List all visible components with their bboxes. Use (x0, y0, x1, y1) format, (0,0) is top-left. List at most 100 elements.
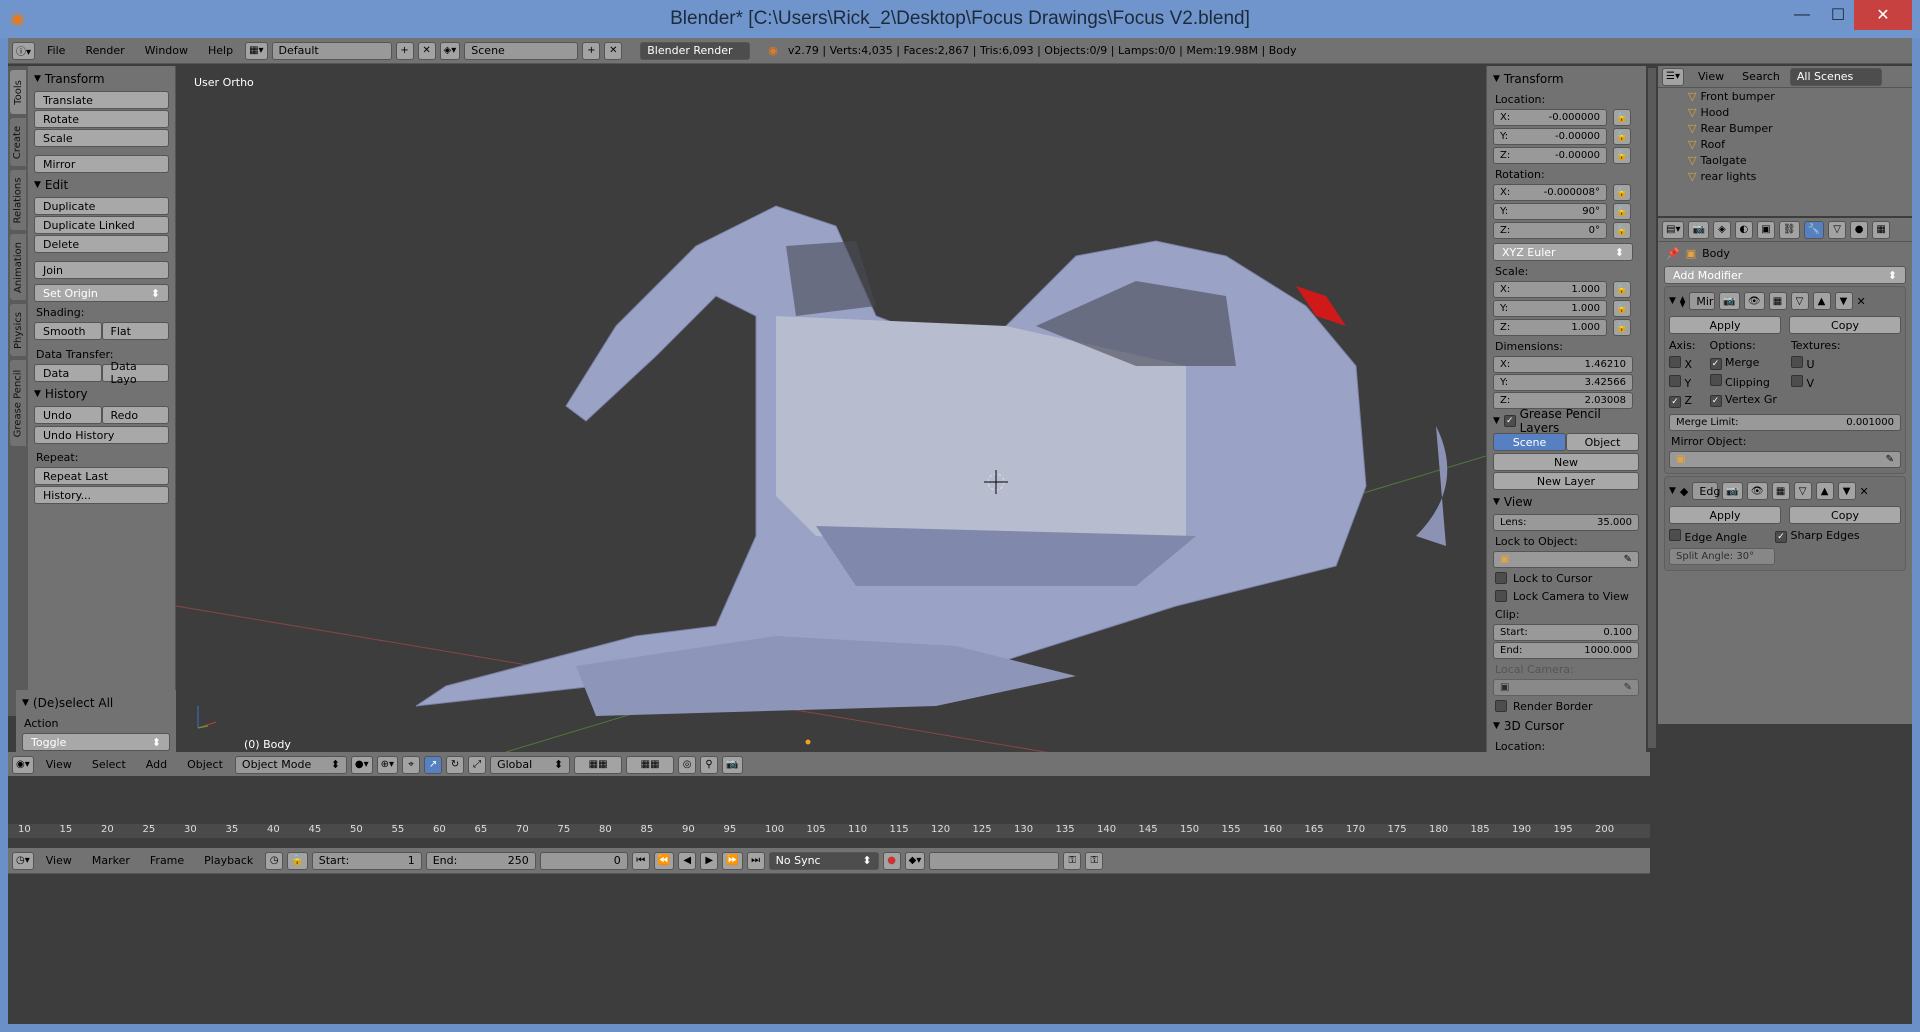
mirror-button[interactable]: Mirror (34, 155, 169, 173)
rotate-button[interactable]: Rotate (34, 110, 169, 128)
clip-start-field[interactable]: Start: 0.100 (1493, 624, 1639, 641)
repeat-last-button[interactable]: Repeat Last (34, 467, 169, 485)
prev-keyframe-icon[interactable]: ⏪ (653, 851, 675, 870)
collapse-icon[interactable]: ▼ (1669, 296, 1676, 306)
render-tab-icon[interactable]: 📷 (1688, 220, 1709, 239)
remove-modifier-icon[interactable]: ✕ (1860, 485, 1869, 498)
rotation-mode-select[interactable]: XYZ Euler ⬍ (1493, 243, 1633, 261)
redo-button[interactable]: Redo (101, 406, 169, 424)
edge-apply-button[interactable]: Apply (1669, 506, 1781, 524)
history-button[interactable]: History... (34, 486, 169, 504)
viewport-toggle-icon[interactable]: 👁 (1746, 482, 1768, 500)
eyedropper-icon[interactable]: ✎ (1886, 454, 1894, 465)
rotate-manipulator-icon[interactable]: ↻ (446, 755, 465, 774)
constraints-tab-icon[interactable]: ⛓ (1778, 220, 1800, 239)
lock-icon[interactable]: 🔓 (1613, 147, 1631, 164)
lock-camera-checkbox[interactable]: Lock Camera to View (1493, 587, 1640, 605)
scene-remove-icon[interactable]: ✕ (604, 41, 623, 60)
viewport-select-menu[interactable]: Select (84, 758, 134, 771)
sync-select[interactable]: No Sync ⬍ (768, 851, 879, 870)
insert-keyframe-icon[interactable]: ⚿ (1063, 851, 1082, 870)
history-panel-header[interactable]: ▼ History (34, 383, 169, 405)
data-button[interactable]: Data (34, 364, 102, 382)
menu-file[interactable]: File (39, 44, 73, 57)
timeline[interactable]: 10 15 20 25 30 35 40 45 50 55 60 65 70 75 80 85 90 95 100 1… (8, 776, 1650, 1024)
edit-panel-header[interactable]: ▼ Edit (34, 174, 169, 196)
jump-end-icon[interactable]: ⏭ (746, 851, 765, 870)
move-down-icon[interactable]: ▼ (1834, 292, 1853, 310)
data-tab-icon[interactable]: ▽ (1828, 220, 1847, 239)
merge-limit-field[interactable]: Merge Limit: 0.001000 (1669, 414, 1901, 431)
scale-button[interactable]: Scale (34, 129, 169, 147)
data-layout-button[interactable]: Data Layo (101, 360, 169, 386)
clipping-checkbox[interactable]: Clipping (1709, 374, 1777, 389)
menu-window[interactable]: Window (137, 44, 196, 57)
play-icon[interactable]: ▶ (700, 851, 719, 870)
tab-relations[interactable]: Relations (10, 170, 26, 230)
tab-grease-pencil[interactable]: Grease Pencil (10, 360, 26, 446)
scale-manipulator-icon[interactable]: ⤢ (468, 755, 487, 774)
render-toggle-icon[interactable]: 📷 (1719, 292, 1740, 310)
lock-to-cursor-checkbox[interactable]: Lock to Cursor (1493, 569, 1640, 587)
next-keyframe-icon[interactable]: ⏩ (722, 851, 743, 870)
eyedropper-icon[interactable]: ✎ (1624, 554, 1632, 565)
scale-x-field[interactable]: X: 1.000 (1493, 281, 1607, 298)
flat-button[interactable]: Flat (101, 322, 169, 340)
delete-button[interactable]: Delete (34, 235, 169, 253)
undo-history-button[interactable]: Undo History (34, 426, 169, 444)
pin-icon[interactable]: 📌 (1666, 247, 1680, 260)
render-toggle-icon[interactable]: 📷 (1722, 482, 1743, 500)
timeline-playback-menu[interactable]: Playback (196, 854, 261, 867)
tab-create[interactable]: Create (10, 118, 26, 166)
editmode-toggle-icon[interactable]: ▦ (1768, 292, 1787, 310)
info-editor-icon[interactable]: ⓘ▾ (12, 41, 36, 60)
lock-icon[interactable]: 🔓 (1613, 128, 1631, 145)
timeline-ruler[interactable]: 10 15 20 25 30 35 40 45 50 55 60 65 70 75 80 85 90 95 100 1… (8, 824, 1650, 838)
render-icon[interactable]: 📷 (722, 755, 743, 774)
duplicate-linked-button[interactable]: Duplicate Linked (34, 216, 169, 234)
layout-remove-icon[interactable]: ✕ (417, 41, 436, 60)
scale-z-field[interactable]: Z: 1.000 (1493, 319, 1607, 336)
location-y-field[interactable]: Y: -0.00000 (1493, 128, 1607, 145)
n-view-header[interactable]: ▼ View (1493, 491, 1640, 513)
outliner-editor-icon[interactable]: ☰▾ (1662, 67, 1684, 86)
lock-icon[interactable]: 🔓 (1613, 281, 1631, 298)
3d-viewport[interactable]: User Ortho (0) Body (176, 66, 1486, 752)
sharp-edges-checkbox[interactable]: ✓ Sharp Edges (1774, 529, 1860, 544)
texture-v-checkbox[interactable]: V (1790, 375, 1841, 390)
merge-checkbox[interactable]: ✓ Merge (1709, 356, 1777, 370)
set-origin-select[interactable]: Set Origin ⬍ (34, 284, 169, 302)
tab-animation[interactable]: Animation (10, 234, 26, 300)
layers-grid-icon[interactable]: ▦▦ (574, 755, 623, 774)
duplicate-button[interactable]: Duplicate (34, 197, 169, 215)
tab-tools[interactable]: Tools (10, 70, 26, 114)
axis-x-checkbox[interactable]: X (1669, 356, 1696, 371)
move-up-icon[interactable]: ▲ (1815, 482, 1834, 500)
object-tab-icon[interactable]: ▣ (1756, 220, 1775, 239)
scene-tab-icon[interactable]: ◈ (1712, 220, 1731, 239)
cage-toggle-icon[interactable]: ▽ (1793, 482, 1812, 500)
viewport-add-menu[interactable]: Add (138, 758, 175, 771)
pivot-select-icon[interactable]: ⊕▾ (376, 755, 399, 774)
mode-select[interactable]: Object Mode ⬍ (234, 755, 347, 774)
outliner-item[interactable]: ▽ rear lights (1658, 168, 1912, 184)
close-button[interactable]: ✕ (1854, 0, 1912, 30)
viewport-object-menu[interactable]: Object (179, 758, 231, 771)
local-camera-field[interactable]: ▣ ✎ (1493, 679, 1639, 696)
viewport-view-menu[interactable]: View (38, 758, 80, 771)
timeline-view-menu[interactable]: View (38, 854, 80, 867)
vertex-groups-checkbox[interactable]: ✓ Vertex Gr (1709, 393, 1777, 407)
viewport-editor-icon[interactable]: ◉▾ (12, 755, 34, 774)
proportional-edit-icon[interactable]: ◎ (678, 755, 697, 774)
move-up-icon[interactable]: ▲ (1812, 292, 1831, 310)
gp-object-button[interactable]: Object (1566, 433, 1639, 451)
layers-grid-icon[interactable]: ▦▦ (626, 755, 675, 774)
mirror-modifier-name[interactable]: Mir (1689, 292, 1716, 310)
properties-editor-icon[interactable]: ▤▾ (1662, 220, 1685, 239)
edge-copy-button[interactable]: Copy (1789, 506, 1901, 524)
outliner-item[interactable]: ▽ Front bumper (1658, 88, 1912, 104)
jump-start-icon[interactable]: ⏮ (631, 851, 650, 870)
outliner-search-menu[interactable]: Search (1738, 70, 1784, 83)
scene-add-icon[interactable]: + (582, 41, 601, 60)
add-modifier-select[interactable]: Add Modifier ⬍ (1664, 266, 1906, 284)
